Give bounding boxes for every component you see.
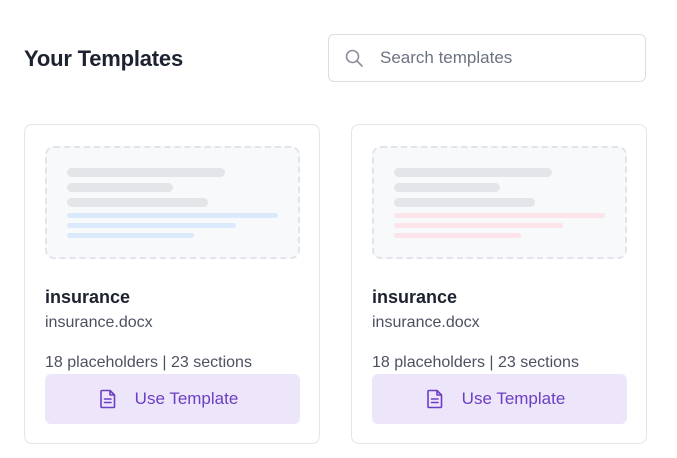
preview-accent-line	[394, 233, 521, 238]
search-box[interactable]	[328, 34, 646, 82]
preview-line	[67, 198, 208, 207]
preview-line	[67, 168, 225, 177]
preview-accent-line	[67, 233, 194, 238]
use-template-label: Use Template	[134, 389, 239, 408]
template-name: insurance	[372, 287, 458, 307]
preview-accent-line	[67, 223, 236, 228]
preview-line	[394, 168, 552, 177]
preview-accent-line	[394, 223, 563, 228]
preview-accent-line	[394, 213, 605, 218]
template-filename: insurance.docx	[372, 314, 480, 331]
document-icon	[99, 389, 117, 409]
template-preview	[372, 146, 627, 259]
template-name: insurance	[45, 287, 131, 307]
search-input[interactable]	[380, 48, 630, 68]
use-template-button[interactable]: Use Template	[372, 374, 627, 424]
template-filename: insurance.docx	[45, 314, 153, 331]
template-card: insurance insurance.docx 18 placeholders…	[24, 124, 320, 444]
page-title: Your Templates	[24, 46, 183, 71]
template-preview	[45, 146, 300, 259]
preview-line	[394, 183, 500, 192]
template-meta: 18 placeholders | 23 sections	[45, 354, 252, 371]
template-meta: 18 placeholders | 23 sections	[372, 354, 579, 371]
use-template-button[interactable]: Use Template	[45, 374, 300, 424]
preview-line	[67, 183, 173, 192]
preview-accent-line	[67, 213, 278, 218]
document-icon	[426, 389, 444, 409]
use-template-label: Use Template	[461, 389, 566, 408]
template-card: insurance insurance.docx 18 placeholders…	[351, 124, 647, 444]
search-icon	[344, 48, 364, 68]
preview-line	[394, 198, 535, 207]
